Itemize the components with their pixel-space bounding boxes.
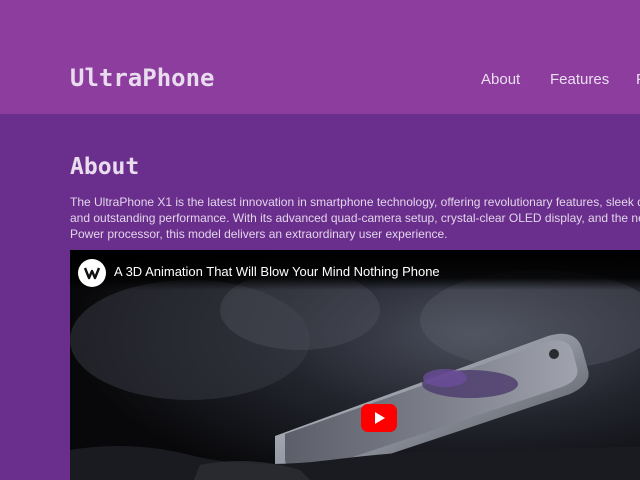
about-description: The UltraPhone X1 is the latest innovati… [70, 195, 640, 241]
site-logo[interactable]: UltraPhone [70, 64, 215, 92]
about-heading: About [70, 154, 140, 180]
nav-link-about[interactable]: About [481, 71, 520, 88]
youtube-play-icon[interactable] [361, 402, 397, 434]
nav-link-features[interactable]: Features [550, 71, 609, 88]
main-content: About The UltraPhone X1 is the latest in… [0, 114, 640, 480]
site-header: UltraPhone About Features P [0, 0, 640, 114]
channel-logo[interactable] [78, 259, 106, 287]
nav-link-partial[interactable]: P [636, 71, 640, 88]
video-title[interactable]: A 3D Animation That Will Blow Your Mind … [114, 264, 440, 279]
channel-logo-icon [83, 267, 101, 280]
video-embed[interactable]: A 3D Animation That Will Blow Your Mind … [70, 250, 640, 480]
